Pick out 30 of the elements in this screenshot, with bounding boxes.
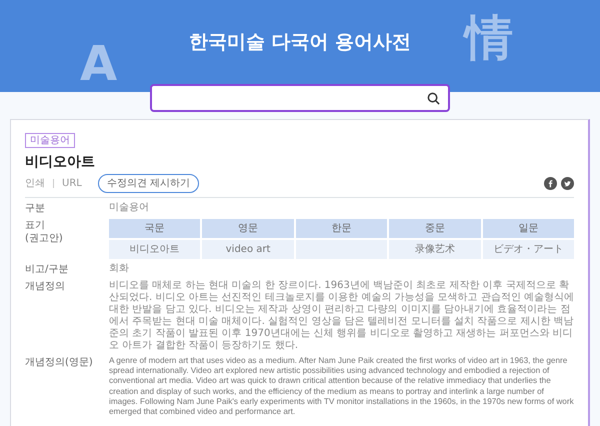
table-cell: 录像艺术: [389, 240, 481, 259]
column-header: 국문: [109, 219, 200, 238]
field-value: 미술용어: [109, 202, 150, 215]
background-letter: 情: [465, 14, 513, 62]
category-tag: 미술용어: [25, 133, 75, 148]
column-header: 영문: [202, 219, 294, 238]
table-cell: ビデオ・アート: [482, 240, 574, 259]
field-label: 비고/구분: [25, 263, 70, 276]
suggest-edit-button[interactable]: 수정의견 제시하기: [98, 174, 200, 193]
column-header: 한문: [296, 219, 388, 238]
search-field[interactable]: [150, 84, 450, 112]
column-header: 일문: [482, 219, 574, 238]
url-link[interactable]: URL: [62, 176, 82, 191]
field-label: 개념정의(영문): [25, 356, 94, 370]
field-label: 표기 (권고안): [25, 219, 64, 246]
facebook-icon[interactable]: [544, 176, 557, 190]
column-header: 중문: [389, 219, 481, 238]
table-cell: 비디오아트: [109, 240, 200, 259]
field-label: 개념정의: [25, 280, 66, 294]
twitter-icon[interactable]: [561, 176, 574, 190]
background-letter: A: [80, 40, 118, 88]
table-cell: video art: [202, 240, 294, 259]
print-link[interactable]: 인쇄: [25, 176, 45, 191]
field-value: 비디오를 매체로 하는 현대 미술의 한 장르이다. 1963년에 백남준이 최초로 제작한 이후 국제적으로 확산되었다. 비디오 아트는 선진적인 테크놀로지를 이용한 예술의 가능성을 모색하고 관습적인 예술형식에 대한 반발을 담고 있다. 비디오는 제작과 상영이 편리하고 다량의 이미지를 담아내기에 효율적이라는 점에서 주목받는 현대 미술 매체이다. 실험적인 영상을 담은 텔레비전 모니터를 설치 작품으로 제시한 백남준의 초기 작품이 발표된 이후 1970년대에는 신체 행위를 비디오로 촬영하고 재생하는 퍼포먼스와 비디오 아트가 결합한 작품이 등장하기도 했다.: [109, 280, 574, 352]
site-title: 한국미술 다국어 용어사전: [188, 30, 412, 55]
definition-text: A genre of modern art that uses video as a medium. After Nam June Paik created the first works of video art in 1963, the genre spread internationally. Video art explored new artistic possibilities using advanced technology and embodied a rejection of conventional art media. Video art was quick to drawn critical attention because of the relative immediacy that underlies the creation and display of such works, and the efficiency of the medium as means to portray and interlink a large number of images. Following Nam June Paik's early experiments with TV monitor installations in the 1960s, in the 1970s new forms of work emerged that combined video and performance art.: [109, 356, 574, 418]
entry-title: 비디오아트: [25, 153, 96, 172]
search-icon[interactable]: [427, 92, 440, 104]
definition-text: 회화: [109, 263, 130, 276]
field-label: 구분: [25, 202, 46, 215]
